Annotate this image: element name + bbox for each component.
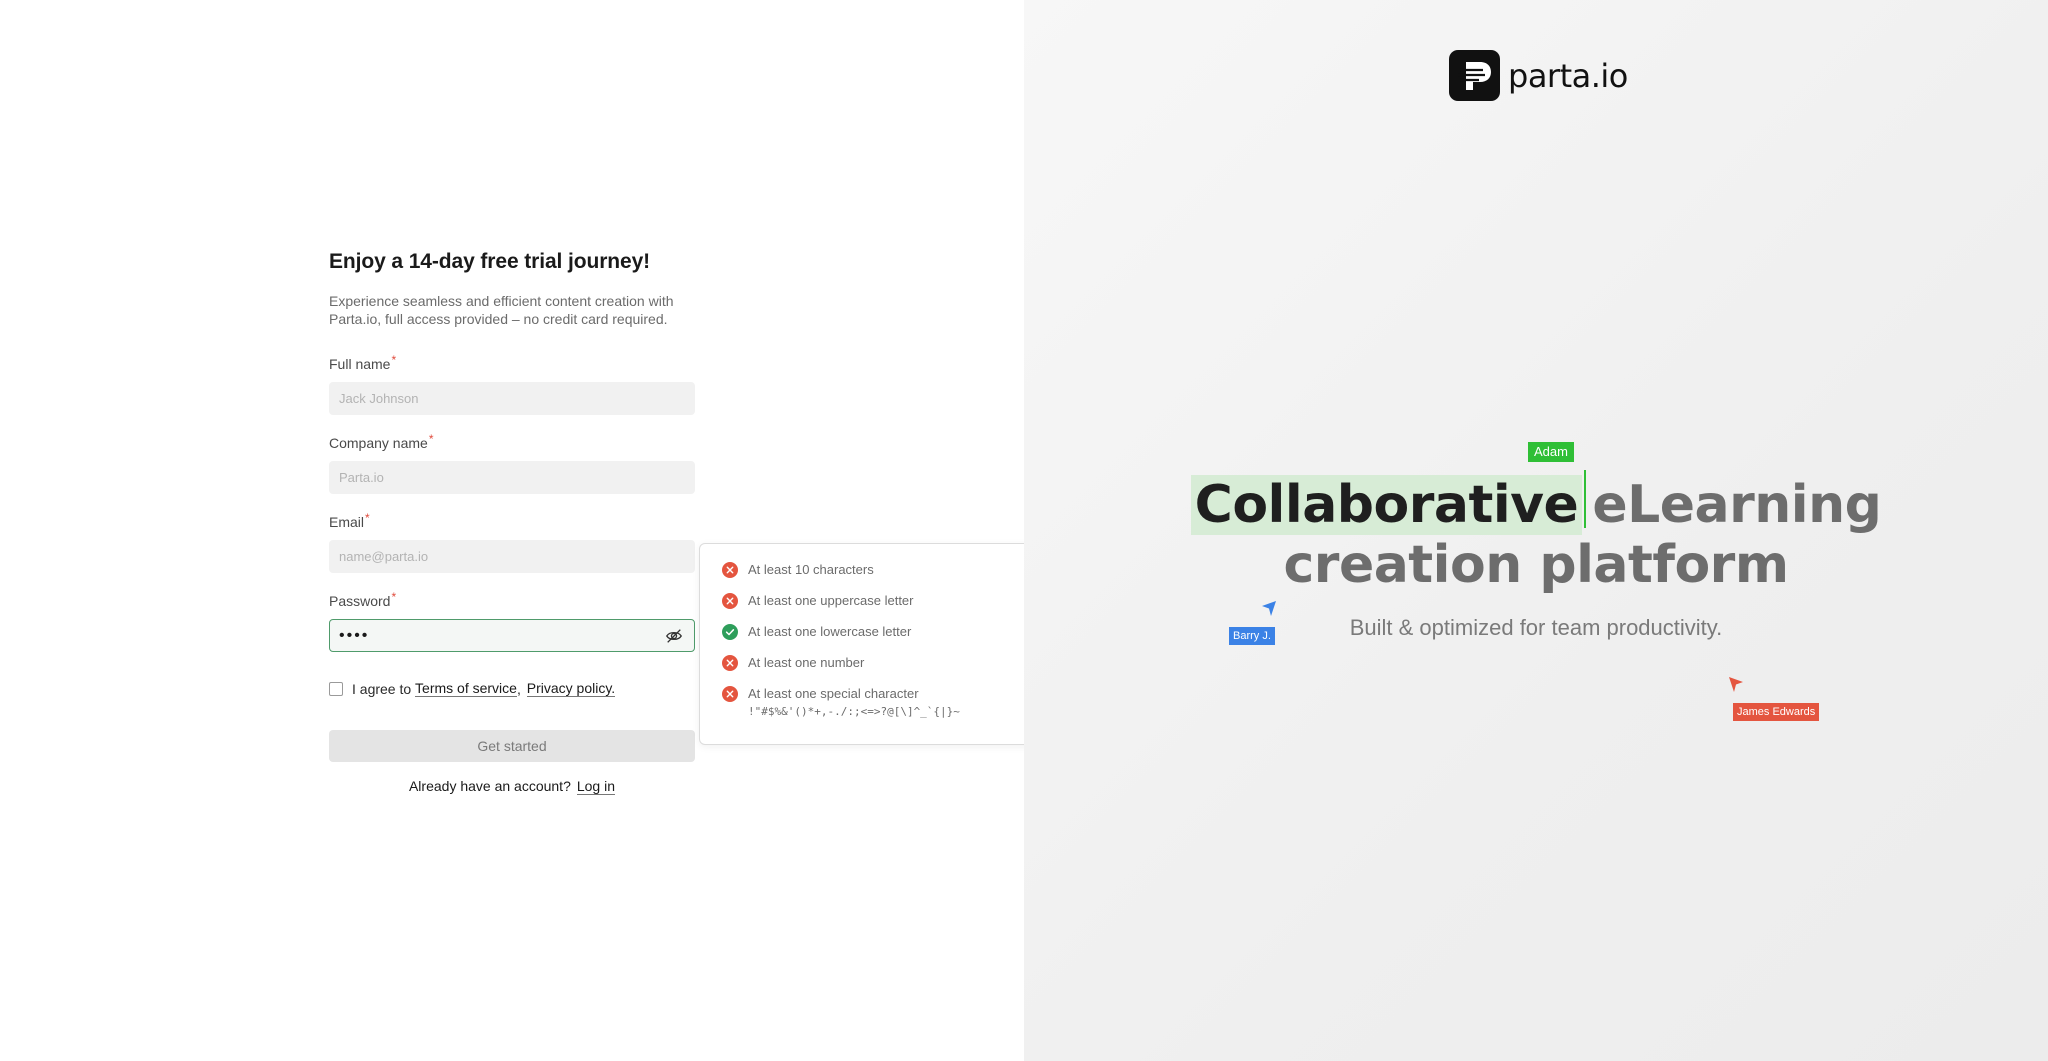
terms-separator: , (516, 680, 521, 697)
password-rule-text: At least one number (748, 655, 865, 670)
password-rule: At least one special character !"#$%&'()*… (722, 685, 1065, 729)
signup-form: Enjoy a 14-day free trial journey! Exper… (329, 250, 695, 795)
hide-password-icon[interactable] (665, 627, 683, 645)
password-rule-text: At least one special character !"#$%&'()*… (748, 685, 960, 721)
terms-agreement: I agree to Terms of service, Privacy pol… (329, 680, 695, 697)
company-name-label: Company name* (329, 432, 695, 455)
hero-headline: Collaborative eLearning creation platform (1024, 470, 2048, 595)
password-label-text: Password (329, 593, 391, 609)
special-char-rule-label: At least one special character (748, 686, 919, 701)
password-label: Password* (329, 590, 695, 613)
get-started-button[interactable]: Get started (329, 730, 695, 762)
required-mark: * (365, 511, 370, 525)
signup-panel: Enjoy a 14-day free trial journey! Exper… (0, 0, 1066, 1061)
password-field: Password* (329, 590, 695, 652)
headline-line1-rest: eLearning (1592, 475, 1882, 535)
terms-checkbox[interactable] (329, 681, 343, 696)
cursor-pointer-icon (1262, 601, 1276, 616)
page-title: Enjoy a 14-day free trial journey! (329, 250, 651, 273)
fail-icon (722, 593, 738, 609)
hero-tagline: Built & optimized for team productivity. (1349, 615, 1723, 640)
full-name-field: Full name* (329, 353, 695, 415)
login-prompt: Already have an account? Log in (329, 778, 695, 795)
email-label: Email* (329, 511, 695, 534)
brand-name: parta.io (1508, 56, 1628, 95)
headline-line2: creation platform (1283, 535, 1789, 595)
password-rule: At least one number (722, 654, 1065, 685)
hero: Collaborative eLearning creation platform … (1024, 470, 2048, 641)
login-prompt-text: Already have an account? (408, 778, 571, 794)
full-name-label-text: Full name (329, 356, 391, 372)
brand-logo: parta.io (1449, 50, 1628, 101)
collaborator-label-james: James Edwards (1733, 703, 1820, 721)
company-name-input[interactable] (329, 461, 695, 494)
email-input[interactable] (329, 540, 695, 573)
signup-description: Experience seamless and efficient conten… (329, 293, 674, 327)
terms-prefix: I agree to (352, 680, 412, 697)
highlighted-word: Collaborative (1190, 475, 1583, 535)
fail-icon (722, 562, 738, 578)
password-rule-text: At least 10 characters (748, 562, 874, 577)
required-mark: * (391, 590, 397, 604)
cursor-pointer-icon (1729, 677, 1743, 692)
parta-logo-icon (1449, 50, 1500, 101)
password-rule: At least one lowercase letter (722, 623, 1065, 654)
password-rule: At least 10 characters (722, 561, 1065, 592)
password-rule-text: At least one lowercase letter (748, 624, 912, 639)
check-icon (722, 624, 738, 640)
collaborator-label-barry: Barry J. (1229, 627, 1275, 645)
password-rule-text: At least one uppercase letter (748, 593, 914, 608)
privacy-policy-link[interactable]: Privacy policy. (526, 680, 616, 697)
special-char-list: !"#$%&'()*+,-./:;<=>?@[\]^_`{|}~ (748, 705, 960, 718)
login-link[interactable]: Log in (576, 778, 616, 795)
fail-icon (722, 686, 738, 702)
terms-of-service-link[interactable]: Terms of service (415, 680, 517, 697)
fail-icon (722, 655, 738, 671)
email-field: Email* (329, 511, 695, 573)
company-name-field: Company name* (329, 432, 695, 494)
email-label-text: Email (329, 514, 365, 530)
full-name-input[interactable] (329, 382, 695, 415)
company-name-label-text: Company name (329, 435, 428, 451)
collaborator-caret (1584, 470, 1587, 528)
required-mark: * (428, 432, 434, 446)
collaborator-label-adam: Adam (1528, 442, 1574, 462)
password-input[interactable] (329, 619, 695, 652)
password-requirements-popover: At least 10 characters At least one uppe… (699, 543, 1066, 745)
required-mark: * (391, 353, 397, 367)
password-input-wrap (329, 619, 695, 652)
password-rule: At least one uppercase letter (722, 592, 1065, 623)
full-name-label: Full name* (329, 353, 695, 376)
